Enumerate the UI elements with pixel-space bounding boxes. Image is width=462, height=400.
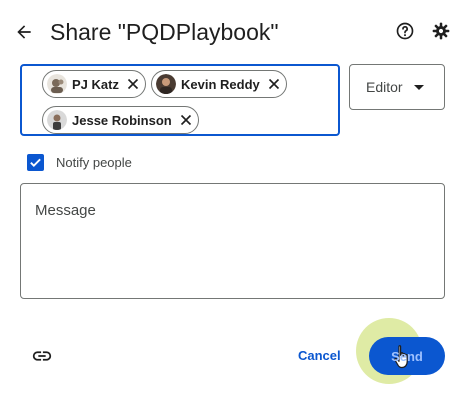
link-icon: [32, 351, 52, 361]
checkmark-icon: [30, 158, 41, 167]
arrow-left-icon: [17, 25, 31, 39]
recipient-chip[interactable]: Kevin Reddy: [151, 70, 287, 98]
recipient-name: Jesse Robinson: [72, 112, 172, 128]
role-selected-label: Editor: [366, 79, 403, 95]
message-textarea[interactable]: Message: [20, 183, 445, 299]
message-placeholder: Message: [35, 202, 96, 219]
settings-button[interactable]: [428, 18, 454, 44]
remove-recipient-icon[interactable]: [268, 78, 280, 90]
send-button[interactable]: Send: [369, 337, 445, 375]
recipients-input[interactable]: PJ Katz Kevin Reddy Jesse Robinson: [20, 64, 340, 136]
help-button[interactable]: [392, 18, 418, 44]
recipient-chip[interactable]: Jesse Robinson: [42, 106, 199, 134]
remove-recipient-icon[interactable]: [127, 78, 139, 90]
avatar-pj-katz: [47, 74, 67, 94]
remove-recipient-icon[interactable]: [180, 114, 192, 126]
recipient-name: PJ Katz: [72, 76, 119, 92]
recipient-name: Kevin Reddy: [181, 76, 260, 92]
notify-label: Notify people: [56, 154, 132, 170]
gear-icon: [432, 22, 450, 40]
notify-row: Notify people: [27, 152, 132, 172]
role-select[interactable]: Editor: [349, 64, 445, 110]
avatar-kevin-reddy: [156, 74, 176, 94]
recipient-chip[interactable]: PJ Katz: [42, 70, 146, 98]
send-label: Send: [391, 348, 423, 364]
notify-checkbox[interactable]: [27, 153, 44, 171]
back-button[interactable]: [8, 16, 40, 48]
help-circle-icon: [396, 22, 414, 40]
dialog-title: Share "PQDPlaybook": [50, 19, 279, 45]
cancel-button[interactable]: Cancel: [298, 344, 341, 368]
copy-link-button[interactable]: [30, 344, 54, 368]
caret-down-icon: [414, 85, 424, 90]
avatar-jesse-robinson: [47, 110, 67, 130]
dialog-header: Share "PQDPlaybook": [0, 12, 462, 52]
